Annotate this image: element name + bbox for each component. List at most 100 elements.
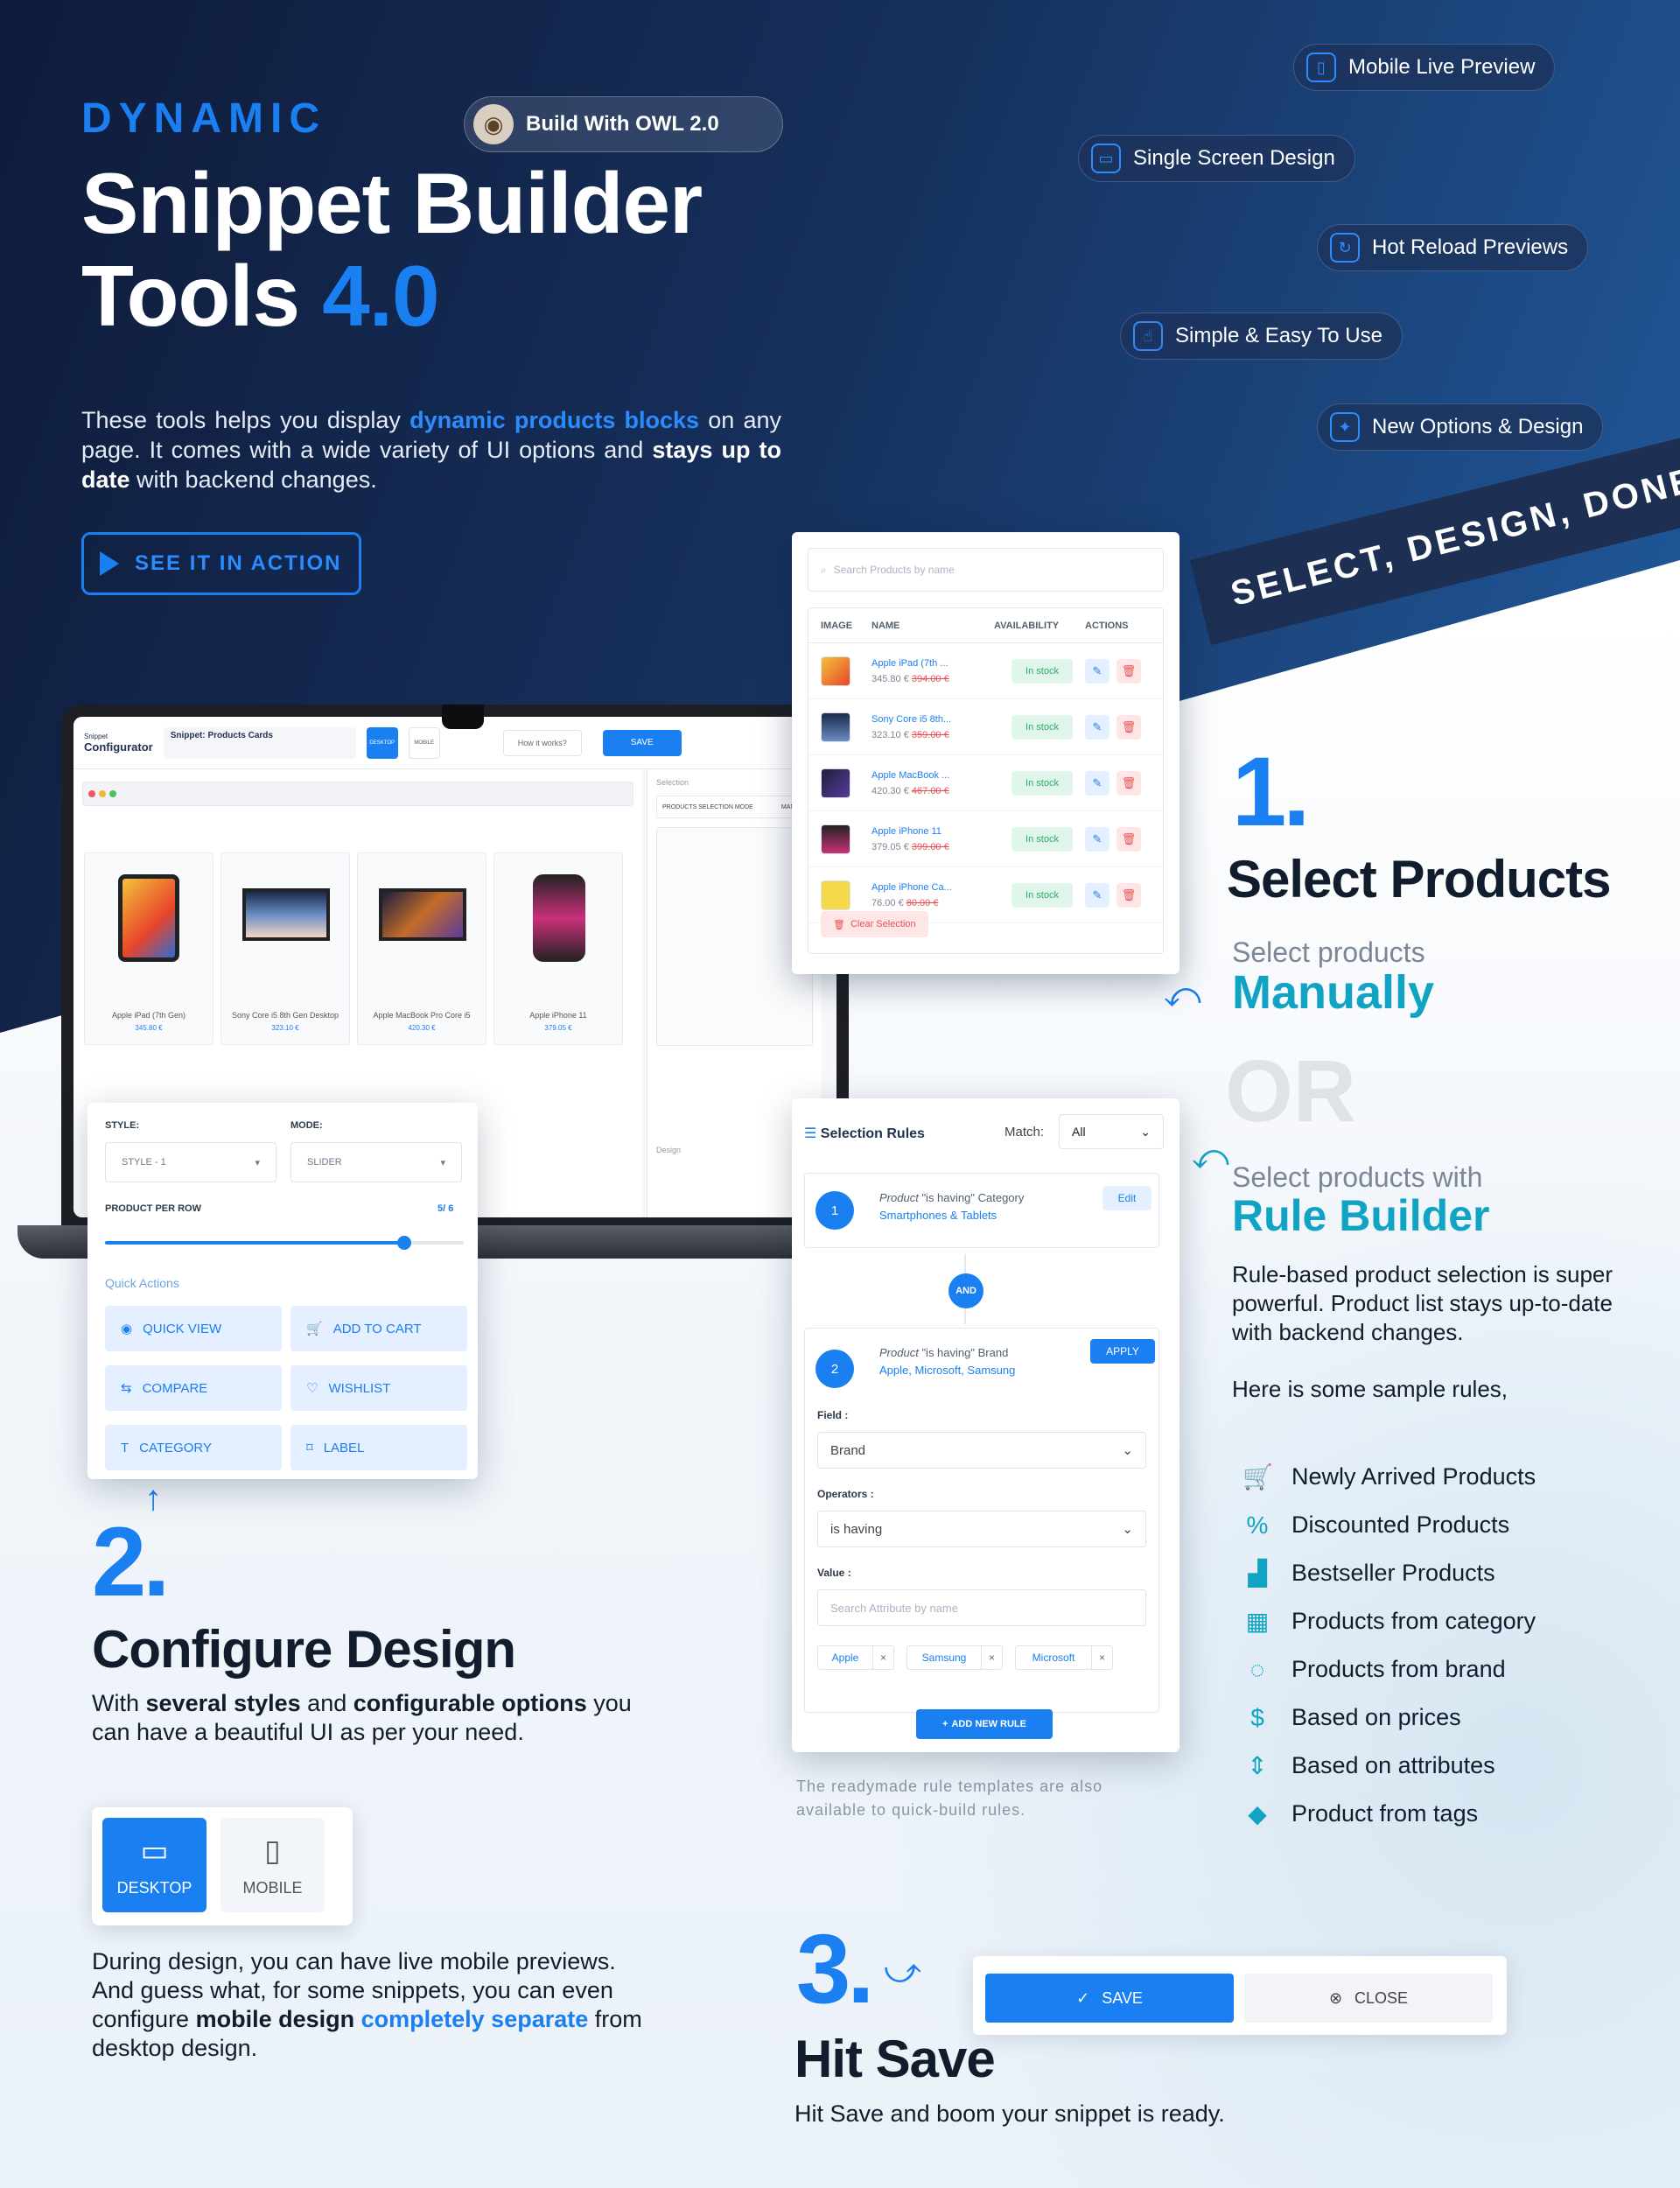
rule-card-1: 1 Product "is having" Category Smartphone… [804, 1173, 1159, 1248]
value-tag[interactable]: Samsung × [906, 1645, 1003, 1670]
feature-label: Single Screen Design [1133, 146, 1335, 170]
delete-icon[interactable]: 🗑 [1116, 658, 1141, 684]
intro-highlight: dynamic products blocks [410, 407, 700, 433]
delete-icon[interactable]: 🗑 [1116, 826, 1141, 852]
action-label: CATEGORY [139, 1440, 212, 1455]
compare-icon: ⇆ [121, 1381, 132, 1396]
product-card[interactable]: Apple iPhone 11 379.05 € [494, 852, 623, 1045]
stock-badge: In stock [1012, 658, 1073, 684]
wishlist-action[interactable]: ♡ WISHLIST [290, 1365, 467, 1411]
product-card[interactable]: Sony Core i5 8th Gen Desktop 323.10 € [220, 852, 350, 1045]
row-old-price: 359.00 € [911, 729, 949, 740]
product-thumb [821, 656, 850, 686]
product-thumb [821, 712, 850, 742]
match-value: All [1072, 1125, 1086, 1139]
apply-rule-button[interactable]: APPLY [1090, 1339, 1155, 1364]
feature-label: Mobile Live Preview [1348, 55, 1536, 79]
category-action[interactable]: T CATEGORY [105, 1425, 282, 1470]
close-icon[interactable]: × [1091, 1646, 1112, 1669]
add-to-cart-action[interactable]: 🛒 ADD TO CART [290, 1306, 467, 1351]
configurator-logo: Snippet Configurator [84, 733, 153, 754]
intro-text-a: These tools helps you display [81, 407, 410, 433]
clear-label: Clear Selection [850, 919, 916, 929]
row-old-price: 394.00 € [911, 673, 949, 684]
rule-label: Based on prices [1292, 1704, 1461, 1730]
select-products-title: Select Products [1227, 850, 1611, 908]
monitor-icon: ▭ [140, 1834, 169, 1868]
field-select[interactable]: Brand ⌄ [817, 1432, 1146, 1469]
style-value: STYLE - 1 [122, 1157, 166, 1168]
product-name-cell: Apple MacBook ... 420.30 € 467.00 € [872, 768, 994, 799]
close-icon[interactable]: × [981, 1646, 1002, 1669]
slider-handle[interactable] [396, 1236, 411, 1250]
design-icon: ✦ [1330, 412, 1360, 442]
see-it-in-action-button[interactable]: SEE IT IN ACTION [81, 532, 361, 595]
edit-icon[interactable]: ✎ [1085, 882, 1110, 908]
mode-select[interactable]: SLIDER ▾ [290, 1142, 462, 1182]
edit-icon[interactable]: ✎ [1085, 770, 1110, 796]
compare-action[interactable]: ⇆ COMPARE [105, 1365, 282, 1411]
snippet-title-box: Snippet: Products Cards [163, 726, 356, 759]
style-select[interactable]: STYLE - 1 ▾ [105, 1142, 276, 1182]
edit-rule-button[interactable]: Edit [1102, 1186, 1152, 1210]
hero-title-word: Tools [81, 247, 300, 344]
sample-rules-list: 🛒 Newly Arrived Products % Discounted Prod… [1242, 1453, 1536, 1838]
row-name: Apple MacBook ... [872, 769, 950, 781]
table-row: Apple MacBook ... 420.30 € 467.00 € In st… [808, 755, 1163, 811]
value-tag[interactable]: Microsoft × [1015, 1645, 1113, 1670]
value-tag[interactable]: Apple × [817, 1645, 894, 1670]
feature-new-options: ✦ New Options & Design [1317, 403, 1604, 451]
selection-mode-label: PRODUCTS SELECTION MODE [662, 803, 753, 810]
configure-design-title: Configure Design [92, 1620, 516, 1679]
list-item: ▦ Products from category [1242, 1597, 1536, 1645]
chevron-down-icon: ⌄ [1122, 1443, 1133, 1458]
desktop-toggle[interactable]: DESKTOP [366, 726, 398, 759]
quick-view-action[interactable]: ◉ QUICK VIEW [105, 1306, 282, 1351]
close-button[interactable]: ⊗ CLOSE [1244, 1974, 1493, 2023]
templates-note: The readymade rule templates are also av… [796, 1778, 1103, 1819]
rule-field: Product [879, 1346, 919, 1359]
close-icon[interactable]: × [872, 1646, 893, 1669]
match-select[interactable]: All ⌄ [1059, 1114, 1164, 1149]
tag-label: Samsung [921, 1652, 967, 1664]
delete-icon[interactable]: 🗑 [1116, 882, 1141, 908]
topbar-save-button[interactable]: SAVE [602, 729, 682, 756]
cfg-text-c: and [300, 1690, 354, 1716]
product-card[interactable]: Apple MacBook Pro Core i5 420.30 € [357, 852, 486, 1045]
selection-mode-row[interactable]: PRODUCTS SELECTION MODEMANUAL [656, 796, 813, 818]
product-name: Apple iPhone 11 [529, 1011, 587, 1020]
mobile-toggle[interactable]: MOBILE [408, 726, 440, 759]
delete-icon[interactable]: 🗑 [1116, 714, 1141, 740]
dot-icon [88, 790, 95, 797]
ipad-image [118, 874, 179, 962]
ppr-slider[interactable] [105, 1236, 464, 1250]
clear-selection-button[interactable]: 🗑 Clear Selection [821, 911, 928, 937]
desktop-mode-button[interactable]: ▭ DESKTOP [102, 1818, 206, 1912]
list-icon: ☰ [804, 1126, 817, 1141]
monitor-icon: ▭ [1091, 144, 1121, 173]
rule-label: Product from tags [1292, 1800, 1479, 1827]
owl-icon: ◉ [473, 104, 514, 144]
how-it-works-button[interactable]: How it works? [502, 729, 582, 756]
edit-icon[interactable]: ✎ [1085, 714, 1110, 740]
product-name-cell: Sony Core i5 8th... 323.10 € 359.00 € [872, 712, 994, 743]
stock-badge: In stock [1012, 826, 1073, 852]
product-search-input[interactable]: ⌕ Search Products by name [808, 548, 1164, 592]
label-action[interactable]: ⌑ LABEL [290, 1425, 467, 1470]
attribute-search-input[interactable]: Search Attribute by name [817, 1589, 1146, 1626]
save-button[interactable]: ✓ SAVE [985, 1974, 1234, 2023]
product-selection-panel: ⌕ Search Products by name IMAGE NAME AVAI… [792, 532, 1180, 974]
apply-label: APPLY [1106, 1345, 1139, 1357]
add-new-rule-button[interactable]: + ADD NEW RULE [916, 1709, 1053, 1739]
operator-select[interactable]: is having ⌄ [817, 1511, 1146, 1547]
rule-label: Discounted Products [1292, 1511, 1510, 1538]
edit-icon[interactable]: ✎ [1085, 658, 1110, 684]
search-placeholder: Search Products by name [833, 564, 955, 576]
list-item: $ Based on prices [1242, 1694, 1536, 1742]
check-circle-icon: ✓ [1076, 1988, 1090, 2007]
edit-icon[interactable]: ✎ [1085, 826, 1110, 852]
product-card[interactable]: Apple iPad (7th Gen) 345.80 € [84, 852, 214, 1045]
feature-label: New Options & Design [1372, 415, 1584, 438]
delete-icon[interactable]: 🗑 [1116, 770, 1141, 796]
mobile-mode-button[interactable]: ▯ MOBILE [220, 1818, 325, 1912]
